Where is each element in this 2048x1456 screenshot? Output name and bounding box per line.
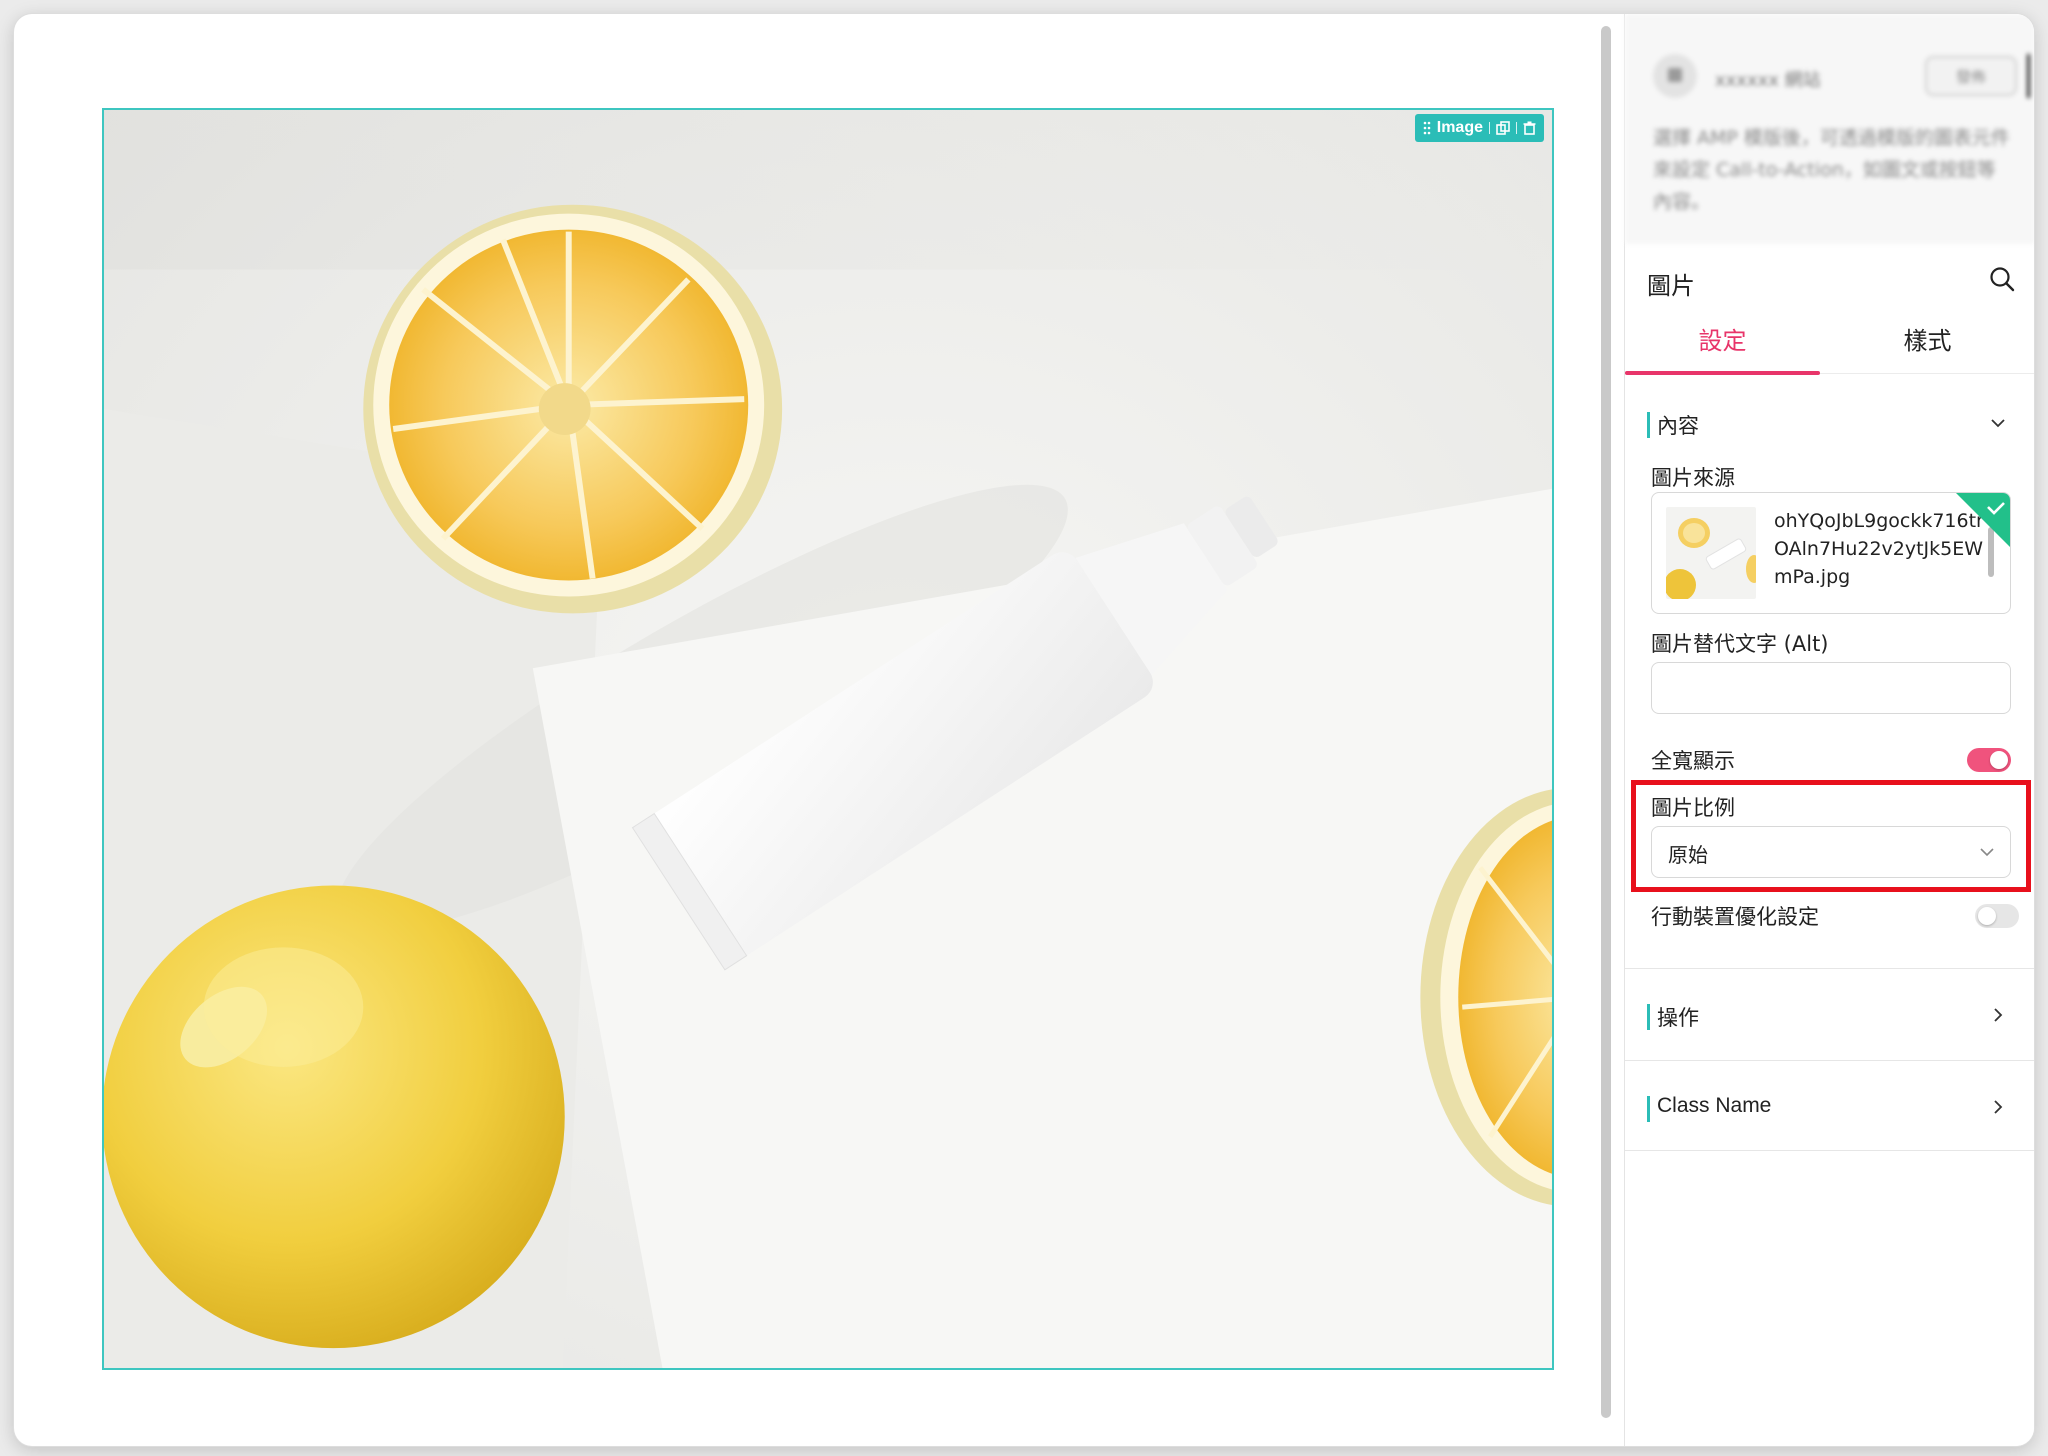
header-cursor-bar: [2027, 54, 2030, 98]
header-description: 選擇 AMP 模版後，可透過模版的圖表元件來設定 Call-to-Action，…: [1653, 127, 2010, 213]
group-content-header[interactable]: 內容: [1625, 390, 2034, 456]
toolbar-divider: [1489, 122, 1490, 134]
chevron-right-icon: [1994, 1100, 2003, 1114]
section-title-row: 圖片: [1625, 246, 2034, 312]
whole-lemon: [104, 885, 565, 1348]
section-divider: [1625, 968, 2034, 969]
section-title: 圖片: [1647, 272, 1695, 300]
image-block-toolbar: Image: [1414, 114, 1544, 142]
alt-text-label: 圖片替代文字 (Alt): [1651, 632, 1829, 656]
group-marker: [1647, 1004, 1650, 1030]
publish-button[interactable]: 發佈: [1925, 56, 2017, 96]
group-content-title: 內容: [1657, 414, 1699, 438]
settings-panel: xxxxxx 網站 發佈 選擇 AMP 模版後，可透過模版的圖表元件來設定 Ca…: [1624, 14, 2034, 1446]
aspect-ratio-value: 原始: [1668, 843, 1708, 867]
check-icon: [1956, 493, 2010, 547]
image-block-type-label: Image: [1436, 119, 1483, 136]
canvas-scrollbar[interactable]: [1601, 26, 1611, 1418]
tab-settings[interactable]: 設定: [1625, 312, 1820, 375]
group-marker: [1647, 1096, 1650, 1122]
toggle-knob: [1990, 751, 2008, 769]
aspect-ratio-label: 圖片比例: [1651, 796, 1735, 820]
section-divider: [1625, 1150, 2034, 1151]
group-classname-header[interactable]: Class Name: [1625, 1074, 2034, 1140]
panel-tabs: 設定 樣式: [1625, 312, 2034, 375]
site-name: xxxxxx 網站: [1715, 70, 1821, 91]
panel-header-blurred: xxxxxx 網站 發佈 選擇 AMP 模版後，可透過模版的圖表元件來設定 Ca…: [1625, 14, 2034, 244]
avatar: [1653, 54, 1697, 98]
image-source-picker[interactable]: ohYQoJbL9gockk716trOAln7Hu22v2ytJk5EWmPa…: [1651, 492, 2011, 614]
toggle-knob: [1978, 907, 1996, 925]
chevron-down-icon: [1991, 419, 2005, 428]
group-action-header[interactable]: 操作: [1625, 982, 2034, 1048]
chevron-down-icon: [1980, 848, 1994, 857]
toolbar-divider: [1516, 122, 1517, 134]
aspect-ratio-select[interactable]: 原始: [1651, 826, 2011, 878]
mobile-optimize-label: 行動裝置優化設定: [1651, 905, 1819, 929]
group-classname-title: Class Name: [1657, 1094, 1772, 1117]
editor-canvas: Image: [28, 24, 1606, 1444]
full-width-label: 全寬顯示: [1651, 749, 1735, 773]
search-icon[interactable]: [1989, 266, 2015, 292]
full-width-toggle[interactable]: [1967, 748, 2011, 772]
lemon-product-photo: [104, 110, 1552, 1368]
lemon-half-top: [363, 204, 783, 614]
group-action-title: 操作: [1657, 1006, 1699, 1030]
drag-handle-icon[interactable]: [1423, 121, 1431, 135]
group-marker: [1647, 412, 1650, 438]
duplicate-icon[interactable]: [1496, 121, 1510, 135]
section-divider: [1625, 1060, 2034, 1061]
mobile-optimize-toggle[interactable]: [1975, 904, 2019, 928]
app-window: Image xxxxxx 網站 發佈 選擇 AMP 模版後，可透過模版的圖表元件…: [14, 14, 2034, 1446]
image-source-label: 圖片來源: [1651, 466, 1735, 490]
image-block[interactable]: Image: [102, 108, 1554, 1370]
alt-text-input[interactable]: [1651, 662, 2011, 714]
trash-icon[interactable]: [1523, 121, 1536, 135]
image-source-thumbnail: [1666, 507, 1756, 599]
chevron-right-icon: [1994, 1008, 2003, 1022]
tab-style[interactable]: 樣式: [1830, 312, 2025, 374]
